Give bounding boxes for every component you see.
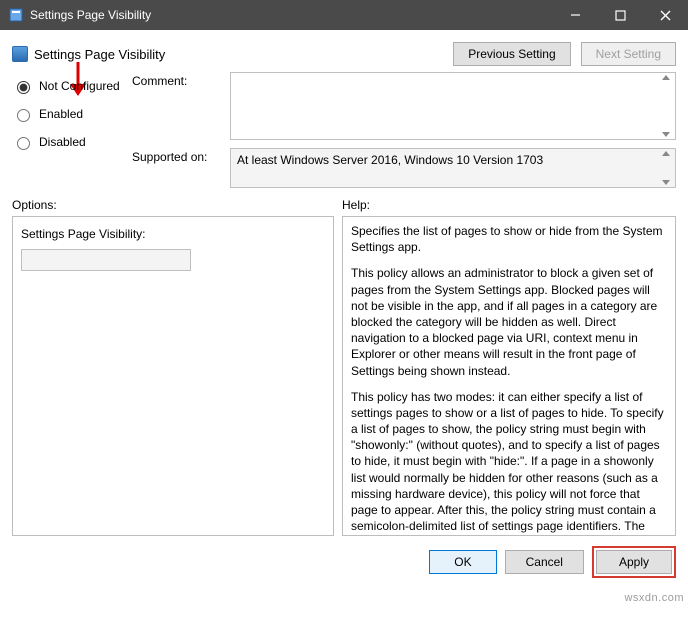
page-title: Settings Page Visibility bbox=[34, 47, 165, 62]
cancel-button[interactable]: Cancel bbox=[505, 550, 584, 574]
scrollbar-icon bbox=[659, 75, 673, 137]
radio-enabled[interactable]: Enabled bbox=[12, 106, 132, 122]
comment-input[interactable] bbox=[230, 72, 676, 140]
supported-on-label: Supported on: bbox=[132, 148, 222, 164]
apply-button[interactable]: Apply bbox=[596, 550, 672, 574]
maximize-button[interactable] bbox=[598, 0, 643, 30]
help-text: This policy has two modes: it can either… bbox=[351, 389, 667, 536]
policy-icon bbox=[12, 46, 28, 62]
previous-setting-button[interactable]: Previous Setting bbox=[453, 42, 570, 66]
scrollbar-icon bbox=[659, 151, 673, 185]
minimize-button[interactable] bbox=[553, 0, 598, 30]
header: Settings Page Visibility Previous Settin… bbox=[0, 30, 688, 72]
help-text: Specifies the list of pages to show or h… bbox=[351, 223, 667, 255]
footer: OK Cancel Apply bbox=[0, 536, 688, 588]
ok-button[interactable]: OK bbox=[429, 550, 496, 574]
help-text: This policy allows an administrator to b… bbox=[351, 265, 667, 378]
help-panel: Specifies the list of pages to show or h… bbox=[342, 216, 676, 536]
titlebar: Settings Page Visibility bbox=[0, 0, 688, 30]
options-label: Options: bbox=[12, 198, 334, 212]
comment-label: Comment: bbox=[132, 72, 222, 88]
next-setting-button: Next Setting bbox=[581, 42, 676, 66]
help-label: Help: bbox=[342, 198, 370, 212]
window-title: Settings Page Visibility bbox=[30, 8, 553, 22]
watermark: wsxdn.com bbox=[624, 592, 684, 604]
supported-on-value: At least Windows Server 2016, Windows 10… bbox=[230, 148, 676, 188]
gpo-icon bbox=[8, 7, 24, 23]
state-radio-group: Not Configured Enabled Disabled bbox=[12, 72, 132, 188]
radio-not-configured[interactable]: Not Configured bbox=[12, 78, 132, 94]
apply-highlight: Apply bbox=[592, 546, 676, 578]
settings-page-visibility-input bbox=[21, 249, 191, 271]
options-panel: Settings Page Visibility: bbox=[12, 216, 334, 536]
radio-disabled[interactable]: Disabled bbox=[12, 134, 132, 150]
options-field-label: Settings Page Visibility: bbox=[21, 227, 325, 241]
close-button[interactable] bbox=[643, 0, 688, 30]
